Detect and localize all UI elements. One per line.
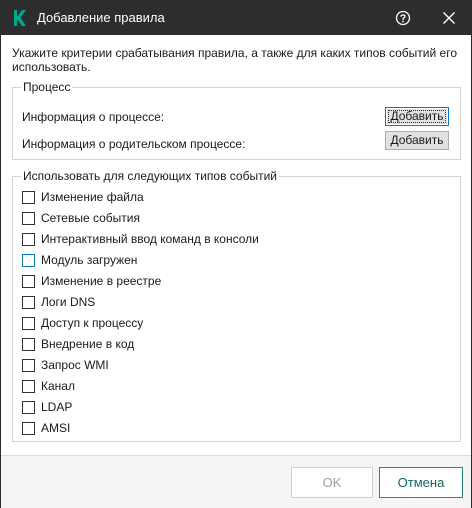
dialog-footer: OK Отмена bbox=[1, 455, 471, 508]
checkbox-pipe[interactable]: Канал bbox=[22, 378, 442, 396]
intro-text: Укажите критерии срабатывания правила, а… bbox=[12, 46, 457, 74]
process-legend: Процесс bbox=[21, 80, 73, 94]
checkbox-registry-change[interactable]: Изменение в реестре bbox=[22, 273, 442, 291]
add-rule-dialog: Добавление правила Укажите критерии сраб… bbox=[0, 0, 472, 508]
checkbox-amsi[interactable]: AMSI bbox=[22, 420, 442, 438]
checkbox-box[interactable] bbox=[22, 401, 35, 414]
checkbox-label: AMSI bbox=[41, 421, 71, 435]
checkbox-ldap[interactable]: LDAP bbox=[22, 399, 442, 417]
checkbox-network-events[interactable]: Сетевые события bbox=[22, 210, 442, 228]
ok-button[interactable]: OK bbox=[291, 467, 373, 498]
checkbox-label: Изменение в реестре bbox=[41, 274, 162, 288]
checkbox-wmi-request[interactable]: Запрос WMI bbox=[22, 357, 442, 375]
checkbox-box[interactable] bbox=[22, 317, 35, 330]
checkbox-file-change[interactable]: Изменение файла bbox=[22, 189, 442, 207]
checkbox-label: Доступ к процессу bbox=[41, 316, 144, 330]
checkbox-process-access[interactable]: Доступ к процессу bbox=[22, 315, 442, 333]
checkbox-label: Внедрение в код bbox=[41, 337, 135, 351]
checkbox-label: Сетевые события bbox=[41, 211, 140, 225]
checkbox-box[interactable] bbox=[22, 359, 35, 372]
checkbox-code-injection[interactable]: Внедрение в код bbox=[22, 336, 442, 354]
add-process-info-button[interactable]: Добавить bbox=[385, 107, 449, 126]
title-bar: Добавление правила bbox=[1, 1, 471, 35]
checkbox-label: Модуль загружен bbox=[41, 253, 138, 267]
checkbox-module-loaded[interactable]: Модуль загружен bbox=[22, 252, 442, 270]
checkbox-box[interactable] bbox=[22, 212, 35, 225]
checkbox-box[interactable] bbox=[22, 380, 35, 393]
checkbox-label: Запрос WMI bbox=[41, 358, 109, 372]
process-info-label: Информация о процессе: bbox=[22, 110, 165, 124]
help-icon bbox=[395, 10, 411, 26]
cancel-button[interactable]: Отмена bbox=[379, 467, 463, 498]
checkbox-label: LDAP bbox=[41, 400, 73, 414]
event-types-legend: Использовать для следующих типов событий bbox=[21, 169, 280, 183]
parent-process-info-label: Информация о родительском процессе: bbox=[22, 137, 246, 151]
add-parent-process-info-button[interactable]: Добавить bbox=[385, 131, 449, 150]
help-button[interactable] bbox=[392, 7, 414, 29]
checkbox-label: Интерактивный ввод команд в консоли bbox=[41, 232, 259, 246]
checkbox-box[interactable] bbox=[22, 422, 35, 435]
checkbox-dns-logs[interactable]: Логи DNS bbox=[22, 294, 442, 312]
checkbox-box[interactable] bbox=[22, 296, 35, 309]
checkbox-box[interactable] bbox=[22, 275, 35, 288]
checkbox-label: Канал bbox=[41, 379, 75, 393]
checkbox-box[interactable] bbox=[22, 233, 35, 246]
checkbox-box[interactable] bbox=[22, 254, 35, 267]
close-button[interactable] bbox=[438, 7, 460, 29]
checkbox-interactive-console-input[interactable]: Интерактивный ввод команд в консоли bbox=[22, 231, 442, 249]
dialog-title: Добавление правила bbox=[37, 10, 165, 25]
close-icon bbox=[443, 12, 455, 24]
kaspersky-k-icon bbox=[14, 10, 26, 26]
event-types-group: Использовать для следующих типов событий… bbox=[12, 169, 461, 442]
checkbox-box[interactable] bbox=[22, 191, 35, 204]
checkbox-label: Логи DNS bbox=[41, 295, 96, 309]
process-group: Процесс Информация о процессе: Добавить … bbox=[12, 80, 461, 160]
checkbox-label: Изменение файла bbox=[41, 190, 144, 204]
checkbox-box[interactable] bbox=[22, 338, 35, 351]
